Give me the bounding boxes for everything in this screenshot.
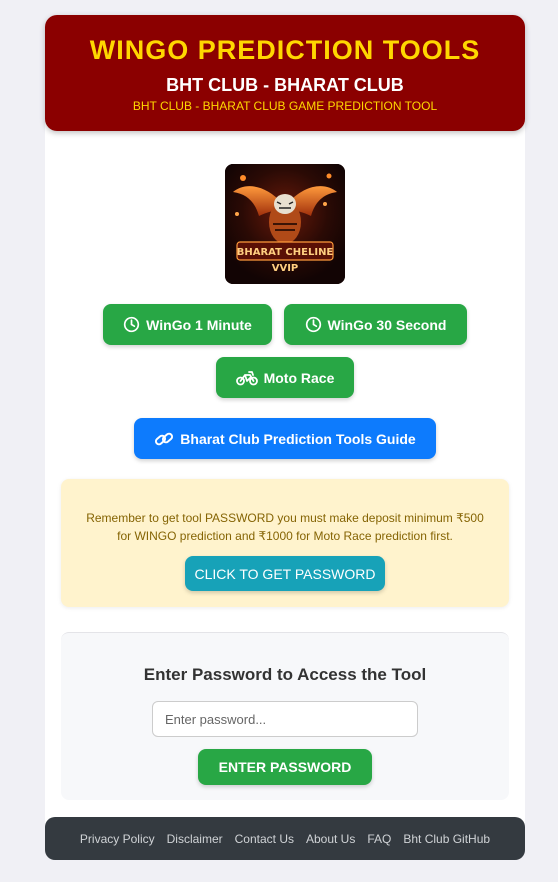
page-title: WINGO PREDICTION TOOLS: [89, 35, 481, 65]
moto-race-label: Moto Race: [263, 369, 335, 386]
footer-link-disclaimer[interactable]: Disclaimer: [167, 832, 223, 846]
footer-link-privacy-policy[interactable]: Privacy Policy: [80, 832, 155, 846]
wingo-30-second-label: WinGo 30 Second: [327, 316, 447, 333]
page-subtitle: BHT CLUB - BHARAT CLUB: [166, 75, 404, 95]
wingo-30-second-button[interactable]: WinGo 30 Second: [284, 304, 467, 345]
link-icon: [154, 430, 174, 448]
logo-line1: BHARAT CHELINE: [237, 247, 334, 258]
wingo-1-minute-button[interactable]: WinGo 1 Minute: [103, 304, 272, 345]
get-password-button[interactable]: CLICK TO GET PASSWORD: [185, 556, 385, 591]
password-input[interactable]: [152, 701, 418, 737]
footer-link-contact-us[interactable]: Contact Us: [235, 832, 294, 846]
prediction-guide-button[interactable]: Bharat Club Prediction Tools Guide: [134, 418, 436, 459]
page-header: WINGO PREDICTION TOOLS BHT CLUB - BHARAT…: [45, 15, 525, 131]
moto-race-button[interactable]: Moto Race: [216, 357, 354, 398]
enter-password-button[interactable]: ENTER PASSWORD: [198, 749, 372, 785]
footer-link-faq[interactable]: FAQ: [367, 832, 391, 846]
motorcycle-icon: [235, 370, 258, 386]
logo-line2: VVIP: [272, 263, 299, 274]
prediction-guide-label: Bharat Club Prediction Tools Guide: [180, 430, 416, 447]
footer-link-about-us[interactable]: About Us: [306, 832, 355, 846]
page-tagline: BHT CLUB - BHARAT CLUB GAME PREDICTION T…: [132, 99, 438, 113]
password-heading: Enter Password to Access the Tool: [143, 665, 427, 684]
footer-link-github[interactable]: Bht Club GitHub: [403, 832, 490, 846]
clock-icon: [305, 316, 322, 333]
app-logo: BHARAT CHELINE VVIP: [225, 164, 345, 284]
notice-text: Remember to get tool PASSWORD you must m…: [86, 511, 484, 543]
page-footer: Privacy Policy Disclaimer Contact Us Abo…: [45, 817, 525, 860]
wingo-1-minute-label: WinGo 1 Minute: [146, 316, 252, 333]
clock-icon: [123, 316, 140, 333]
